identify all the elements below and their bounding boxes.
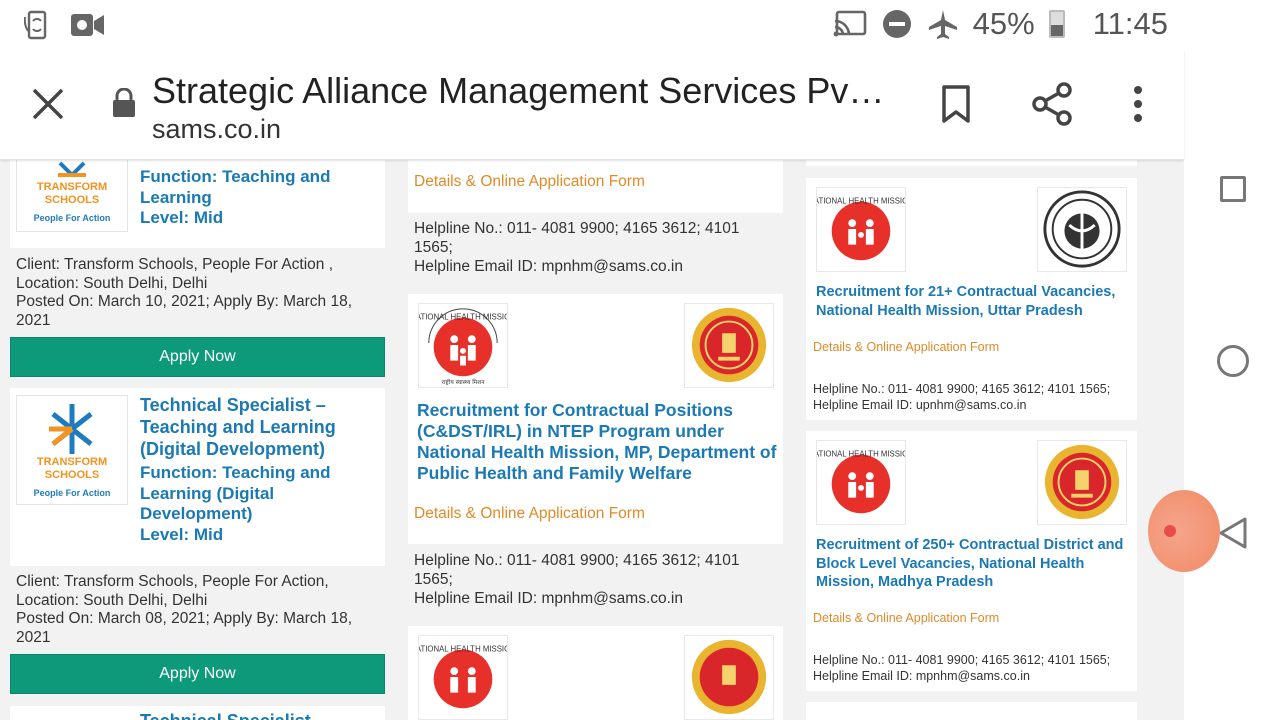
star-logo-icon — [49, 404, 93, 454]
status-right: 45% 11:45 — [833, 6, 1168, 42]
airplane-mode-icon — [928, 10, 957, 39]
job-title-link[interactable]: Recruitment of 250+ Contractual District… — [816, 536, 1134, 592]
job-client: Client: Transform Schools, People For Ac… — [16, 256, 334, 292]
phone-sync-icon — [24, 10, 47, 40]
transform-schools-logo: TRANSFORM SCHOOLS People For Action — [16, 160, 128, 232]
job-client: Client: Transform Schools, People For Ac… — [16, 573, 329, 609]
nhm-arc-text: NATIONAL HEALTH MISSION — [419, 313, 507, 322]
page-title: Strategic Alliance Management Services P… — [152, 70, 885, 111]
floating-bubble-icon[interactable] — [1148, 490, 1220, 572]
details-application-link[interactable]: Details & Online Application Form — [813, 340, 999, 354]
apply-now-button[interactable]: Apply Now — [10, 337, 385, 377]
mp-emblem-icon — [1044, 444, 1120, 520]
logo-name-line1: TRANSFORM — [36, 456, 108, 468]
page-content: TRANSFORM SCHOOLS People For Action Func… — [0, 160, 1184, 720]
logo-name-line2: SCHOOLS — [44, 194, 100, 206]
home-circle-icon[interactable] — [1217, 345, 1249, 377]
job-posted: Posted On: March 10, 2021; Apply By: Mar… — [16, 293, 353, 329]
helpline-number: Helpline No.: 011- 4081 9900; 4165 3612;… — [414, 220, 740, 256]
helpline-email: Helpline Email ID: upnhm@sams.co.in — [813, 398, 1027, 412]
transform-schools-logo: TRANSFORM SCHOOLS People For Action — [16, 395, 128, 505]
nhm-hindi-text: राष्ट्रीय स्वास्थ्य मिशन — [442, 378, 486, 386]
nhm-arc-text: NATIONAL HEALTH MISSION — [817, 197, 905, 206]
helpline-number: Helpline No.: 011- 4081 9900; 4165 3612;… — [414, 552, 740, 588]
mp-emblem-icon — [691, 307, 767, 383]
helpline-email: Helpline Email ID: mpnhm@sams.co.in — [414, 258, 683, 275]
clock-time: 11:45 — [1092, 6, 1168, 41]
up-emblem-logo — [1037, 187, 1127, 272]
bookmark-icon[interactable] — [940, 84, 972, 124]
job-function: Function: Teaching and Learning — [140, 167, 331, 207]
cast-icon — [833, 10, 866, 37]
details-application-link[interactable]: Details & Online Application Form — [414, 173, 645, 191]
recents-square-icon[interactable] — [1220, 176, 1246, 202]
logo-tagline: People For Action — [33, 213, 111, 223]
share-icon[interactable] — [1032, 82, 1072, 126]
job-title-link[interactable]: Technical Specialist – Teaching and Lear… — [140, 394, 365, 460]
nhm-logo: NATIONAL HEALTH MISSION — [808, 187, 914, 272]
logo-name-line2: SCHOOLS — [44, 469, 100, 481]
nhm-emblem-icon: NATIONAL HEALTH MISSION राष्ट्रीय स्वास्… — [410, 308, 516, 386]
job-function: Function: Teaching and Learning (Digital… — [140, 463, 331, 523]
video-camera-icon — [71, 14, 104, 36]
nhm-emblem-icon: NATIONAL HEALTH MISSION — [808, 450, 914, 514]
details-application-link[interactable]: Details & Online Application Form — [813, 611, 999, 625]
battery-percent: 45% — [972, 6, 1035, 41]
up-emblem-icon — [1043, 190, 1121, 268]
status-left-icons — [24, 9, 106, 41]
left-column: TRANSFORM SCHOOLS People For Action Func… — [0, 160, 390, 720]
job-title-link[interactable]: Recruitment for 21+ Contractual Vacancie… — [816, 283, 1134, 320]
apply-now-button[interactable]: Apply Now — [10, 654, 385, 694]
helpline-number: Helpline No.: 011- 4081 9900; 4165 3612;… — [813, 382, 1111, 396]
state-emblem-logo — [684, 635, 774, 720]
right-column: NATIONAL HEALTH MISSION Recruitment for … — [800, 160, 1140, 720]
logo-name-line1: TRANSFORM — [36, 181, 108, 193]
details-application-link[interactable]: Details & Online Application Form — [414, 505, 645, 523]
nhm-logo: NATIONAL HEALTH MISSION — [808, 440, 914, 525]
job-posted: Posted On: March 08, 2021; Apply By: Mar… — [16, 610, 353, 646]
status-bar: 45% 11:45 — [0, 0, 1184, 50]
screen: 45% 11:45 Strategic Alliance Management … — [0, 0, 1280, 720]
close-icon[interactable] — [30, 86, 66, 122]
page-url: sams.co.in — [152, 114, 282, 144]
helpline-email: Helpline Email ID: mpnhm@sams.co.in — [813, 669, 1030, 683]
nhm-emblem-icon: NATIONAL HEALTH MISSION — [808, 197, 914, 261]
recruitment-card — [806, 702, 1137, 720]
nhm-logo: NATIONAL HEALTH MISSION — [410, 635, 516, 720]
back-triangle-icon[interactable] — [1218, 516, 1248, 550]
nhm-arc-text: NATIONAL HEALTH MISSION — [419, 645, 507, 654]
recruitment-card — [806, 160, 1137, 166]
job-title-link[interactable]: Recruitment for Contractual Positions (C… — [417, 400, 777, 484]
helpline-email: Helpline Email ID: mpnhm@sams.co.in — [414, 590, 683, 607]
lock-icon — [113, 88, 135, 117]
battery-icon — [1048, 10, 1065, 38]
middle-column: Details & Online Application Form Helpli… — [400, 160, 800, 720]
more-vert-icon[interactable] — [1128, 84, 1148, 124]
state-emblem-logo — [684, 303, 774, 388]
logo-tagline: People For Action — [33, 488, 111, 498]
mp-emblem-icon — [691, 639, 767, 715]
helpline-number: Helpline No.: 011- 4081 9900; 4165 3612;… — [813, 653, 1111, 667]
job-title-link[interactable]: Technical Specialist — [140, 710, 311, 720]
nhm-logo: NATIONAL HEALTH MISSION राष्ट्रीय स्वास्… — [410, 303, 516, 388]
nhm-arc-text: NATIONAL HEALTH MISSION — [817, 450, 905, 459]
state-emblem-logo — [1037, 440, 1127, 525]
job-level: Level: Mid — [140, 208, 224, 227]
nhm-emblem-icon: NATIONAL HEALTH MISSION — [410, 645, 516, 709]
do-not-disturb-icon — [882, 10, 911, 38]
star-logo-icon — [58, 161, 86, 177]
job-level: Level: Mid — [140, 525, 224, 544]
browser-toolbar: Strategic Alliance Management Services P… — [0, 50, 1184, 160]
